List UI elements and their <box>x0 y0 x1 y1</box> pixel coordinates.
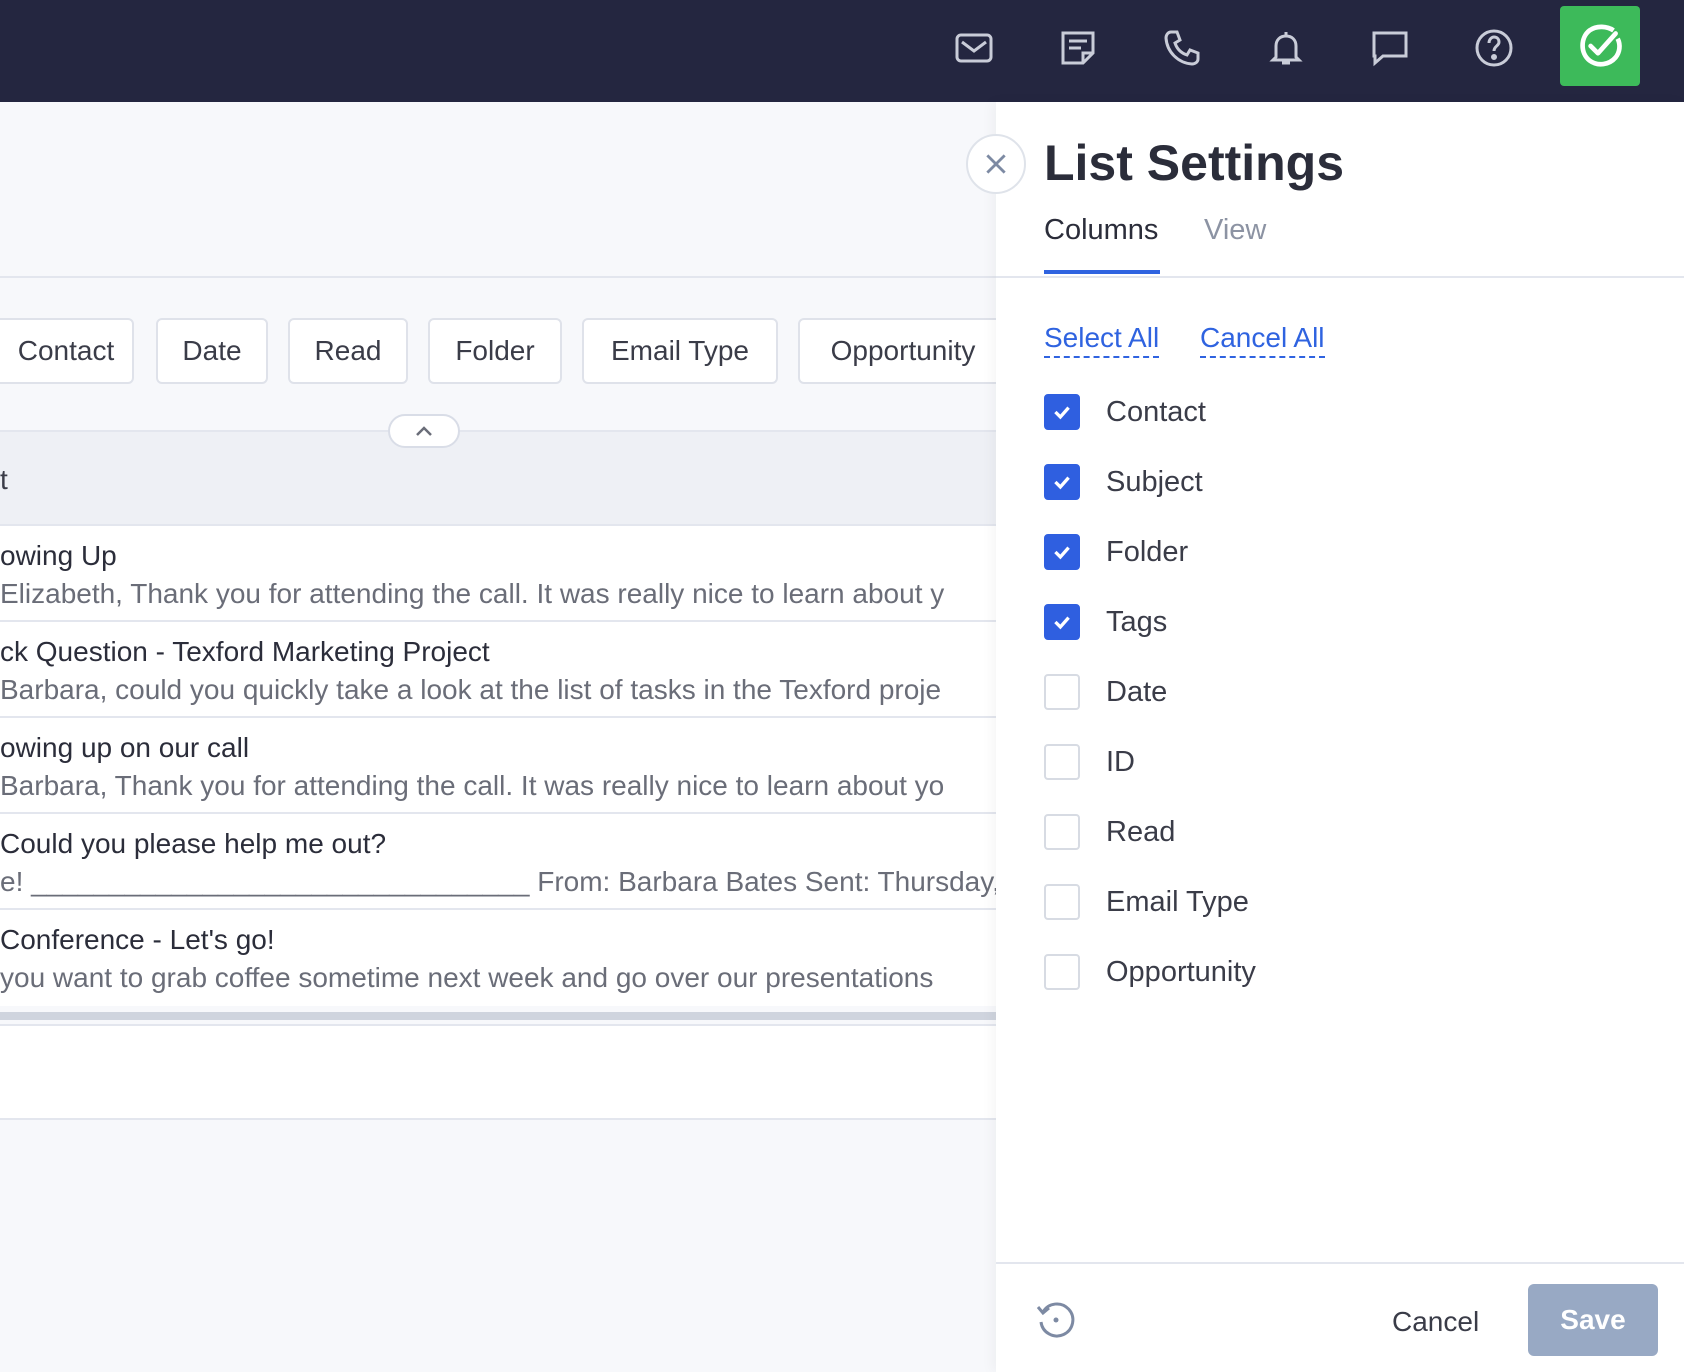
column-option-tags[interactable]: Tags <box>1044 602 1167 642</box>
column-option-label: ID <box>1106 745 1135 778</box>
bell-icon[interactable] <box>1262 24 1310 72</box>
column-option-label: Opportunity <box>1106 955 1256 988</box>
checkbox-unchecked[interactable] <box>1044 954 1080 990</box>
column-option-label: Date <box>1106 675 1168 708</box>
table-row[interactable]: ck Question - Texford Marketing Project … <box>0 622 996 718</box>
horizontal-scrollbar[interactable] <box>0 1012 996 1020</box>
save-button[interactable]: Save <box>1528 1284 1658 1356</box>
email-preview: Barbara, could you quickly take a look a… <box>0 674 942 705</box>
email-subject: ck Question - Texford Marketing Project <box>0 636 490 667</box>
tab-columns[interactable]: Columns <box>1044 214 1158 247</box>
column-option-label: Subject <box>1106 465 1203 498</box>
email-subject: owing up on our call <box>0 732 250 763</box>
checkbox-checked[interactable] <box>1044 604 1080 640</box>
panel-title: List Settings <box>1044 135 1345 191</box>
divider <box>996 276 1684 278</box>
check-icon <box>1054 616 1070 630</box>
table-row[interactable]: Could you please help me out? e! _______… <box>0 814 996 910</box>
checkbox-unchecked[interactable] <box>1044 744 1080 780</box>
column-option-read[interactable]: Read <box>1044 812 1175 852</box>
column-option-subject[interactable]: Subject <box>1044 462 1203 502</box>
email-subject: Conference - Let's go! <box>0 924 275 955</box>
email-subject: owing Up <box>0 540 117 571</box>
mail-icon[interactable] <box>950 24 998 72</box>
phone-icon[interactable] <box>1158 24 1206 72</box>
email-list-background: Contact Date Read Folder Email Type Oppo… <box>0 102 1008 1372</box>
divider <box>996 1262 1684 1264</box>
email-preview: Barbara, Thank you for attending the cal… <box>0 770 945 801</box>
checkbox-checked[interactable] <box>1044 464 1080 500</box>
column-option-contact[interactable]: Contact <box>1044 392 1206 432</box>
filter-chip-contact[interactable]: Contact <box>0 318 134 384</box>
help-icon[interactable] <box>1470 24 1518 72</box>
filter-chip-read[interactable]: Read <box>288 318 408 384</box>
email-preview: you want to grab coffee sometime next we… <box>0 962 934 993</box>
column-option-opportunity[interactable]: Opportunity <box>1044 952 1256 992</box>
checkbox-checked[interactable] <box>1044 394 1080 430</box>
email-preview: Elizabeth, Thank you for attending the c… <box>0 578 945 609</box>
check-icon <box>1054 406 1070 420</box>
tab-view[interactable]: View <box>1204 214 1266 247</box>
filter-chip-date[interactable]: Date <box>156 318 268 384</box>
table-row[interactable]: owing up on our call Barbara, Thank you … <box>0 718 996 814</box>
list-settings-panel: List Settings Columns View Select All Ca… <box>996 102 1684 1372</box>
cancel-button[interactable]: Cancel <box>1392 1306 1479 1338</box>
table-header: t <box>0 430 996 526</box>
cancel-all-link[interactable]: Cancel All <box>1200 322 1325 358</box>
table-footer <box>0 1024 996 1120</box>
email-preview: e! ________________________________ From… <box>0 866 996 897</box>
close-panel-button[interactable] <box>966 134 1026 194</box>
column-option-label: Email Type <box>1106 885 1249 918</box>
active-tab-indicator <box>1044 270 1160 274</box>
checkbox-checked[interactable] <box>1044 534 1080 570</box>
notes-icon[interactable] <box>1054 24 1102 72</box>
column-option-label: Tags <box>1106 605 1168 638</box>
chevron-up-icon <box>416 426 432 436</box>
filter-chip-folder[interactable]: Folder <box>428 318 562 384</box>
table-row[interactable]: Conference - Let's go! you want to grab … <box>0 910 996 1006</box>
collapse-filters-button[interactable] <box>388 414 460 448</box>
reset-icon[interactable] <box>1034 1298 1078 1342</box>
divider <box>0 276 996 278</box>
checkbox-unchecked[interactable] <box>1044 814 1080 850</box>
column-header-subject[interactable]: t <box>0 464 8 496</box>
filter-chip-email-type[interactable]: Email Type <box>582 318 778 384</box>
column-option-folder[interactable]: Folder <box>1044 532 1188 572</box>
table-row[interactable]: owing Up Elizabeth, Thank you for attend… <box>0 526 996 622</box>
brand-logo[interactable] <box>1560 6 1640 86</box>
column-option-id[interactable]: ID <box>1044 742 1135 782</box>
column-option-label: Folder <box>1106 535 1189 568</box>
select-all-link[interactable]: Select All <box>1044 322 1160 358</box>
column-option-label: Read <box>1106 815 1176 848</box>
column-option-date[interactable]: Date <box>1044 672 1167 712</box>
filter-chip-opportunity[interactable]: Opportunity <box>798 318 1008 384</box>
check-icon <box>1054 546 1070 560</box>
close-icon <box>986 154 1006 174</box>
chat-icon[interactable] <box>1366 24 1414 72</box>
checkbox-unchecked[interactable] <box>1044 884 1080 920</box>
check-icon <box>1054 476 1070 490</box>
column-option-label: Contact <box>1106 395 1206 428</box>
checkbox-unchecked[interactable] <box>1044 674 1080 710</box>
top-navigation-bar <box>0 0 1684 102</box>
email-subject: Could you please help me out? <box>0 828 387 859</box>
column-option-email-type[interactable]: Email Type <box>1044 882 1249 922</box>
